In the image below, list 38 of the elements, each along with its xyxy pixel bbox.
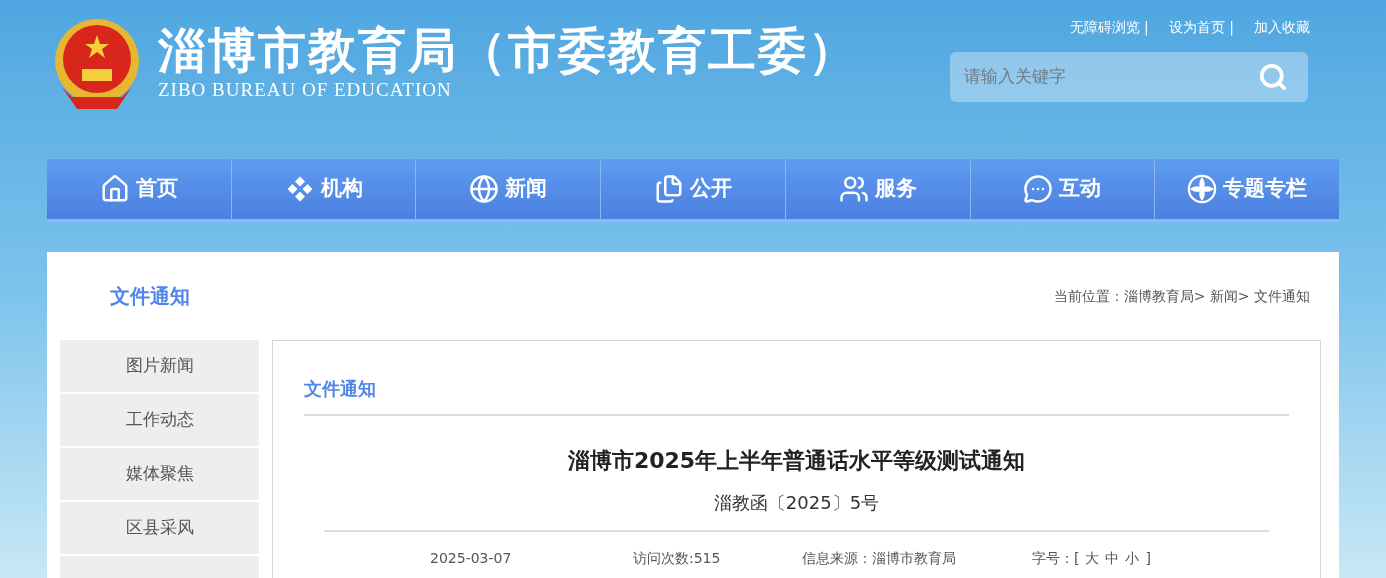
article-category: 文件通知 (304, 375, 1289, 416)
search-icon[interactable] (1258, 62, 1288, 92)
top-link[interactable]: 加入收藏 (1254, 17, 1310, 38)
site-subtitle: ZIBO BUREAU OF EDUCATION (158, 79, 453, 101)
section-title: 文件通知 (110, 283, 190, 310)
font-size-link[interactable]: 大 (1085, 548, 1100, 569)
sidebar-item[interactable]: 区县采风 (60, 502, 259, 554)
top-link[interactable]: 无障碍浏览 | (1069, 17, 1149, 38)
sidebar-item[interactable]: 工作动态 (60, 394, 259, 446)
globe-icon (469, 174, 500, 204)
nav-tab[interactable]: 专题专栏 (1154, 159, 1340, 219)
documents-icon (654, 174, 684, 204)
nav-tab[interactable]: 新闻 (415, 159, 601, 219)
font-size-link[interactable]: 小 (1125, 548, 1140, 569)
nav-tab[interactable]: 互动 (969, 159, 1155, 219)
nav-tab[interactable]: 机构 (230, 159, 416, 219)
nav-tab[interactable]: 公开 (600, 159, 785, 219)
bracket: ] (1145, 549, 1151, 568)
publish-date: 2025-03-07 (430, 549, 513, 568)
sidebar-item[interactable]: 图片新闻 (60, 340, 259, 392)
document-number: 淄教函〔2025〕5号 (712, 491, 881, 515)
article-title: 淄博市2025年上半年普通话水平等级测试通知 (566, 447, 1027, 475)
nav-tab[interactable]: 服务 (784, 159, 970, 219)
breadcrumb: 当前位置：淄博教育局> 新闻> 文件通知 (1053, 286, 1310, 306)
info-source: 信息来源：淄博市教育局 (802, 549, 957, 568)
site-title: 淄博市教育局（市委教育工委） (158, 21, 858, 79)
home-icon (99, 174, 130, 204)
nav-tab[interactable]: 首页 (47, 159, 231, 219)
chat-icon (1023, 174, 1054, 204)
visit-count: 访问次数:515 (633, 549, 722, 568)
users-icon (838, 174, 869, 204)
font-size-link[interactable]: 中 (1105, 548, 1120, 569)
bracket: [ (1074, 549, 1080, 568)
font-size-label: 字号： (1032, 549, 1074, 568)
search-field[interactable]: 请输入关键字 (964, 64, 1258, 90)
sidebar-item[interactable]: 媒体聚焦 (60, 448, 259, 500)
top-link[interactable]: 设为首页 | (1168, 17, 1234, 38)
search-box[interactable]: 请输入关键字 (950, 52, 1308, 102)
